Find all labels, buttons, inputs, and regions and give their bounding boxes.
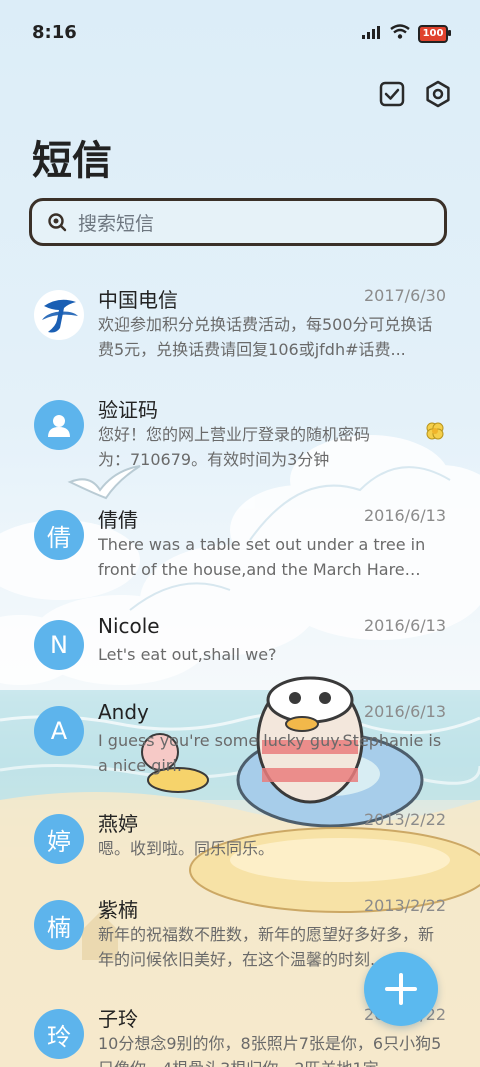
conversation-name: 中国电信 [98,288,178,312]
battery-level: 100 [422,27,444,39]
status-icons: 100 [362,24,451,43]
conversation-preview: Let's eat out,shall we? [98,645,277,664]
conversation-item[interactable]: A Andy 2016/6/13 I guess you're some luc… [0,700,480,805]
conversation-date: 2013/2/22 [363,896,446,915]
avatar: 倩 [34,510,84,560]
search-placeholder: 搜索短信 [78,212,155,235]
conversation-name: Andy [98,700,149,724]
avatar: 玲 [34,1009,84,1059]
conversation-name: 子玲 [98,1007,138,1031]
page-title: 短信 [32,138,112,184]
wifi-icon [390,24,410,43]
conversation-date: 2016/6/13 [363,506,446,525]
battery-icon: 100 [418,24,451,43]
plus-icon [385,973,417,1005]
conversation-name: 紫楠 [98,898,138,922]
flower-icon [424,420,446,446]
china-telecom-logo [34,290,84,340]
conversation-date: 2017/6/30 [363,286,446,305]
conversation-date: 2016/6/13 [363,702,446,721]
conversation-item[interactable]: 倩 倩倩 2016/6/13 There was a table set out… [0,504,480,609]
avatar: N [34,620,84,670]
conversation-item[interactable]: 验证码 您好！您的网上营业厅登录的随机密码为：710679。有效时间为3分钟 [0,394,480,499]
avatar: 婷 [34,814,84,864]
status-time: 8:16 [32,22,77,43]
signal-icon [362,24,382,43]
conversation-preview: There was a table set out under a tree i… [98,535,426,579]
search-icon [48,213,67,232]
conversation-item[interactable]: 中国电信 2017/6/30 欢迎参加积分兑换话费活动，每500分可兑换话费5元… [0,284,480,389]
checkbox-icon [379,81,405,107]
conversation-preview: 嗯。收到啦。同乐同乐。 [98,839,275,858]
conversation-name: 燕婷 [98,812,138,836]
conversation-preview: 10分想念9别的你，8张照片7张是你，6只小狗5只像你，4根骨头3根归你，2匹羊… [98,1034,442,1067]
conversation-name: Nicole [98,614,160,638]
person-icon [34,400,84,450]
avatar: A [34,706,84,756]
conversation-preview: I guess you're some lucky guy.Stephanie … [98,731,442,775]
settings-hex-icon [426,80,450,108]
conversation-preview: 您好！您的网上营业厅登录的随机密码为：710679。有效时间为3分钟 [98,425,371,469]
status-bar: 8:16 100 [0,0,480,68]
conversation-name: 验证码 [98,398,158,422]
conversation-preview: 欢迎参加积分兑换话费活动，每500分可兑换话费5元，兑换话费请回复106或jfd… [98,315,433,359]
conversation-date: 2016/6/13 [363,616,446,635]
conversation-name: 倩倩 [98,508,138,532]
settings-button[interactable] [422,78,454,110]
conversation-date: 2013/2/22 [363,810,446,829]
select-button[interactable] [376,78,408,110]
new-message-button[interactable] [364,952,438,1026]
avatar: 楠 [34,900,84,950]
search-input[interactable]: 搜索短信 [29,198,447,246]
